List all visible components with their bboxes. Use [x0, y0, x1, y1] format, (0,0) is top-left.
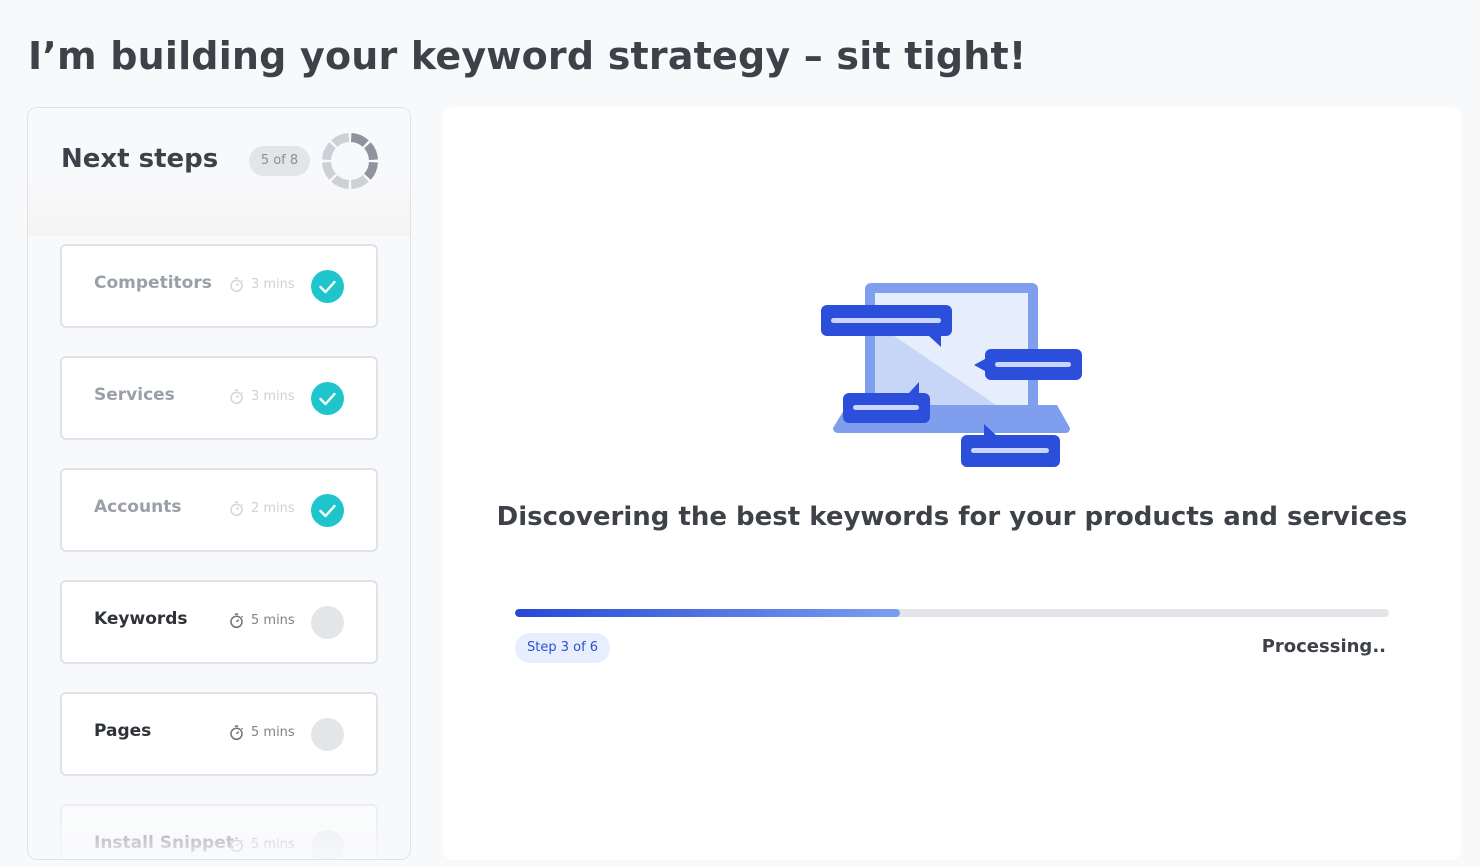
step-duration: 3 mins: [228, 388, 295, 405]
check-icon: [319, 280, 336, 294]
ring-segment: [364, 142, 378, 161]
ring-segment: [322, 161, 336, 180]
step-duration: 5 mins: [228, 724, 295, 741]
step-duration: 2 mins: [228, 500, 295, 517]
step-badge: Step 3 of 6: [515, 633, 611, 663]
ring-segment: [331, 175, 350, 189]
steps-title: Next steps: [61, 144, 219, 174]
progress-bar: [515, 609, 1389, 617]
step-time-label: 3 mins: [251, 389, 295, 404]
main-panel: Discovering the best keywords for your p…: [443, 107, 1461, 860]
next-steps-panel: Next steps 5 of 8 Competitors 3 mins Ser…: [27, 107, 411, 860]
step-item-accounts[interactable]: Accounts 2 mins: [60, 468, 378, 552]
status-pending-badge: [311, 830, 344, 859]
step-label: Services: [94, 385, 175, 405]
ring-segment: [350, 175, 369, 189]
stopwatch-icon: [230, 389, 244, 405]
step-time-label: 5 mins: [251, 613, 295, 628]
step-item-competitors[interactable]: Competitors 3 mins: [60, 244, 378, 328]
status-complete-badge: [311, 270, 344, 303]
ring-segment: [364, 161, 378, 180]
status-headline: Discovering the best keywords for your p…: [496, 502, 1408, 532]
status-complete-badge: [311, 494, 344, 527]
check-icon: [319, 504, 336, 518]
segmented-ring-icon: [322, 133, 378, 189]
laptop-chat-illustration: [821, 283, 1082, 467]
step-item-services[interactable]: Services 3 mins: [60, 356, 378, 440]
stopwatch-icon: [230, 837, 244, 853]
step-label: Competitors: [94, 273, 212, 293]
step-time-label: 2 mins: [251, 501, 295, 516]
step-duration: 3 mins: [228, 276, 295, 293]
status-pending-badge: [311, 718, 344, 751]
step-duration: 5 mins: [228, 836, 295, 853]
processing-status: Processing..: [1261, 636, 1386, 657]
step-label: Accounts: [94, 497, 182, 517]
stopwatch-icon: [230, 725, 244, 741]
step-duration: 5 mins: [228, 612, 295, 629]
ring-segment: [322, 142, 336, 161]
ring-segment: [350, 133, 369, 147]
step-label: Install Snippet: [94, 833, 234, 853]
step-item-install-snippet[interactable]: Install Snippet 5 mins: [60, 804, 378, 859]
steps-count-badge: 5 of 8: [249, 146, 310, 176]
step-label: Keywords: [94, 609, 188, 629]
page-title: I’m building your keyword strategy – sit…: [28, 34, 1027, 78]
stopwatch-icon: [230, 613, 244, 629]
step-time-label: 5 mins: [251, 725, 295, 740]
step-label: Pages: [94, 721, 152, 741]
step-item-keywords[interactable]: Keywords 5 mins: [60, 580, 378, 664]
stopwatch-icon: [230, 501, 244, 517]
ring-segment: [331, 133, 350, 147]
stopwatch-icon: [230, 277, 244, 293]
status-complete-badge: [311, 382, 344, 415]
check-icon: [319, 392, 336, 406]
step-time-label: 3 mins: [251, 277, 295, 292]
step-time-label: 5 mins: [251, 837, 295, 852]
step-item-pages[interactable]: Pages 5 mins: [60, 692, 378, 776]
progress-bar-fill: [515, 609, 900, 617]
status-pending-badge: [311, 606, 344, 639]
